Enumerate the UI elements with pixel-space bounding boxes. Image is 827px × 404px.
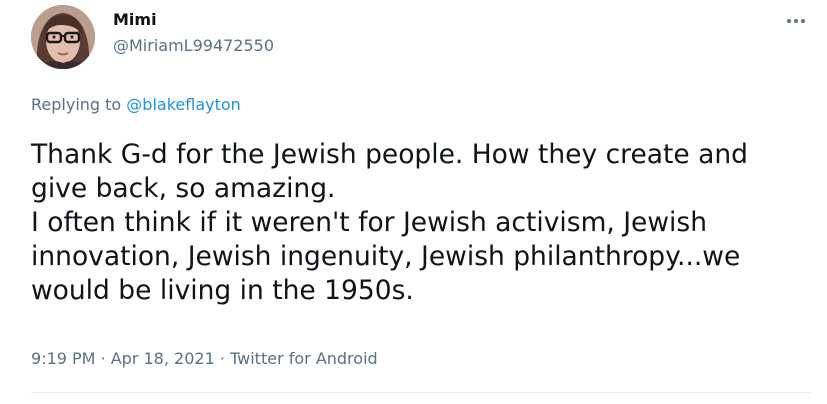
tweet-date[interactable]: Apr 18, 2021 [111,349,215,368]
tweet-text-line: Thank G-d for the Jewish people. How the… [31,139,748,170]
tweet-time[interactable]: 9:19 PM [31,349,95,368]
tweet-meta: 9:19 PM · Apr 18, 2021 · Twitter for And… [31,349,378,368]
tweet-text: Thank G-d for the Jewish people. How the… [31,138,811,308]
tweet-text-line: innovation, Jewish ingenuity, Jewish phi… [31,241,741,272]
replying-to-label: Replying to [31,95,127,114]
more-dot [794,19,798,23]
meta-separator: · [214,349,231,368]
meta-separator: · [95,349,111,368]
more-horizontal-icon[interactable] [783,10,809,32]
more-dot [801,19,805,23]
replying-to: Replying to @blakeflayton [31,95,241,114]
display-name[interactable]: Mimi [113,10,157,29]
more-dot [787,19,791,23]
divider [31,392,811,393]
tweet-text-line: give back, so amazing. [31,173,336,204]
tweet-card: Mimi @MiriamL99472550 Replying to @blake… [0,0,827,404]
user-handle[interactable]: @MiriamL99472550 [113,36,274,55]
tweet-source[interactable]: Twitter for Android [230,349,378,368]
tweet-text-line: would be living in the 1950s. [31,275,414,306]
tweet-text-line: I often think if it weren't for Jewish a… [31,207,707,238]
avatar[interactable] [31,5,95,69]
reply-mention-link[interactable]: @blakeflayton [126,95,241,114]
profile-photo [31,5,95,69]
